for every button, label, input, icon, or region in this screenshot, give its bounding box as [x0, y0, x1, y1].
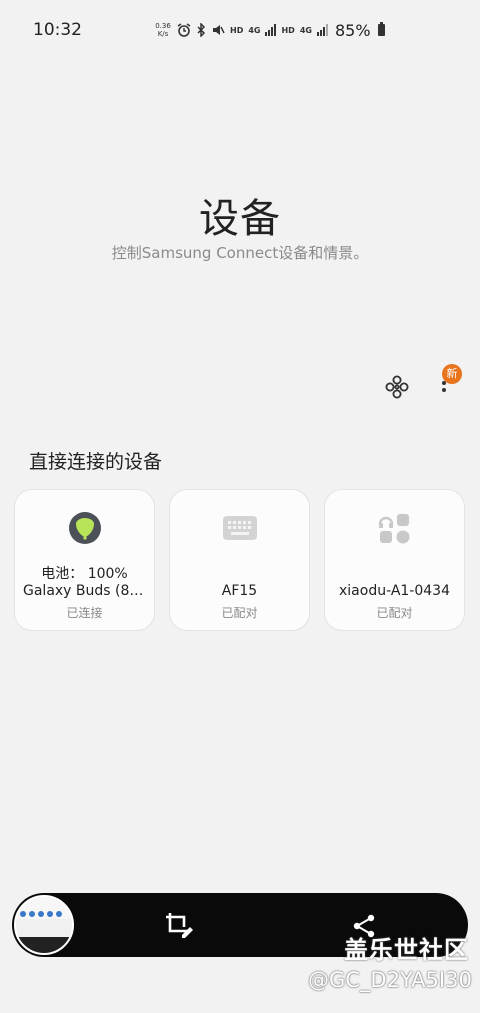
device-card-af15[interactable]: AF15 已配对	[169, 489, 310, 631]
watermark-brand: 盖乐世社区	[344, 936, 469, 964]
net-speed-unit: K/s	[157, 30, 169, 38]
signal-icon	[265, 24, 277, 36]
buds-icon	[68, 512, 101, 544]
page-title: 设备	[199, 196, 281, 242]
battery-percent: 85%	[334, 20, 371, 40]
device-icon-wrap	[170, 510, 309, 546]
sim2-net-label: 4G	[299, 25, 312, 35]
sim1-hd-label: HD	[230, 25, 244, 35]
keyboard-icon	[222, 516, 257, 540]
net-speed-value: 0.36	[155, 22, 171, 30]
bluetooth-icon	[197, 23, 206, 37]
status-bar: 10:32 0.36 K/s HD 4G HD 4G 85%	[0, 0, 480, 60]
thumbnail-bottom	[16, 937, 72, 953]
mute-icon	[213, 25, 225, 35]
device-status: 已配对	[376, 606, 413, 620]
sim1-net-label: 4G	[248, 25, 261, 35]
device-icon-wrap	[325, 510, 464, 546]
watermark-handle: @GC_D2YA5I30	[308, 968, 472, 992]
net-speed: 0.36 K/s	[154, 22, 172, 38]
device-status: 已配对	[221, 606, 258, 620]
page-subtitle: 控制Samsung Connect设备和情景。	[111, 244, 369, 262]
alarm-icon	[177, 23, 191, 37]
signal-icon-2	[316, 24, 328, 36]
device-status: 已连接	[66, 606, 103, 620]
status-time: 10:32	[33, 20, 82, 40]
crop-edit-icon[interactable]	[164, 911, 194, 939]
screenshot-thumbnail[interactable]	[14, 895, 74, 955]
device-name: AF15	[221, 583, 258, 599]
status-icons: 0.36 K/s HD 4G HD 4G 85%	[154, 18, 385, 42]
new-badge: 新	[442, 364, 462, 384]
device-card-galaxy-buds[interactable]: 电池： 100% Galaxy Buds (88… 已连接	[14, 489, 155, 631]
battery-icon	[377, 22, 385, 36]
device-name: xiaodu-A1-0434	[339, 583, 450, 599]
device-battery: 电池： 100%	[41, 566, 128, 582]
device-icon-wrap	[15, 510, 154, 546]
device-name: Galaxy Buds (88…	[23, 583, 146, 599]
scenes-icon[interactable]	[384, 374, 410, 400]
section-title: 直接连接的设备	[29, 451, 163, 473]
sim2-hd-label: HD	[281, 25, 295, 35]
headphones-icon	[378, 514, 409, 544]
thumbnail-icons	[20, 911, 72, 919]
device-card-xiaodu[interactable]: xiaodu-A1-0434 已配对	[324, 489, 465, 631]
